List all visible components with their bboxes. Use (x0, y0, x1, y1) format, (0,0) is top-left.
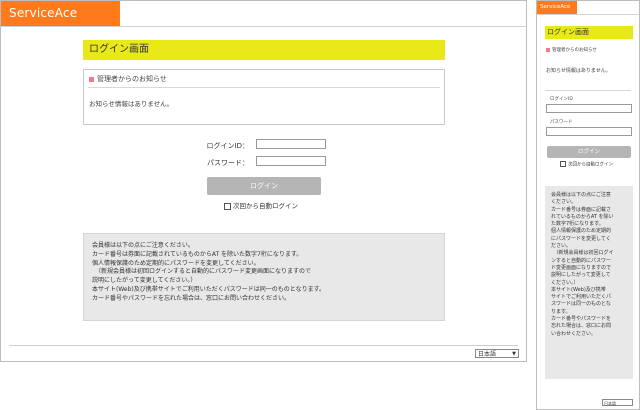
password-input-mobile[interactable] (546, 127, 632, 136)
info-line: カード番号やパスワードを忘れた場合は、窓口にお問い合わせください。 (92, 294, 291, 302)
login-button[interactable]: ログイン (207, 177, 321, 195)
info-line: ください。 (551, 199, 577, 206)
notice-heading-text-mobile: 管理者からのお知らせ (552, 48, 597, 53)
notice-heading-text: 管理者からのお知らせ (97, 75, 167, 83)
info-line: ンすると自動的にパスワー (551, 257, 612, 264)
notice-panel: 管理者からのお知らせ お知らせ情報はありません。 (83, 69, 445, 125)
info-line: 個人情報保護のため定期的 (551, 228, 612, 235)
info-line: カード番号は券面に記載されているものからAT を除いた数字7桁になります。 (92, 250, 303, 258)
header-bar: ServiceAce (1, 1, 526, 27)
notice-body-mobile: お知らせ情報はありません。 (546, 68, 611, 74)
auto-login-option[interactable]: 次回から自動ログイン (224, 200, 298, 210)
info-line: ください。） (551, 279, 579, 286)
info-line: ります。 (551, 308, 571, 315)
info-line: い合わせください。 (551, 330, 597, 337)
notice-heading: 管理者からのお知らせ (89, 74, 167, 84)
info-line: （新規会員様は初回ログインすると自動的にパスワード変更画面になりますので (92, 268, 312, 276)
info-line: 説明にしたがって変更して (551, 272, 611, 279)
brand-logo[interactable]: ServiceAce (1, 1, 120, 26)
login-id-input[interactable] (256, 139, 326, 149)
header-divider-mobile (537, 14, 639, 15)
auto-login-label-mobile: 次回から自動ログイン (568, 162, 613, 168)
language-select[interactable]: 日本語 ▼ (475, 349, 519, 358)
login-button-mobile[interactable]: ログイン (547, 146, 631, 158)
notice-square-icon (89, 76, 94, 82)
language-selected: 日本語 (478, 351, 497, 358)
password-input[interactable] (256, 156, 326, 166)
info-line: （新規会員様は初回ログイ (551, 250, 614, 257)
login-id-label-mobile: ログインID (550, 97, 573, 102)
info-line: 本サイト(Web)及び携帯サイトでご利用いただくパスワードは同一のものとなります… (92, 285, 325, 293)
password-label: パスワード： (207, 159, 249, 167)
notice-divider-mobile (545, 90, 631, 91)
password-label-mobile: パスワード (550, 120, 573, 125)
desktop-view: ServiceAce ログイン画面 管理者からのお知らせ お知らせ情報はありませ… (0, 0, 527, 362)
info-line: 忘れた場合は、窓口にお問 (551, 323, 612, 330)
auto-login-checkbox-mobile[interactable] (560, 161, 566, 167)
mobile-view: ServiceAce ログイン画面 管理者からのお知らせ お知らせ情報はありませ… (536, 0, 640, 410)
info-line: 会員様は以下の点にご注意ください。 (92, 242, 194, 249)
language-select-mobile[interactable]: 日本語 (602, 399, 633, 406)
notice-heading-mobile: 管理者からのお知らせ (546, 47, 597, 53)
footer-divider (9, 345, 518, 346)
brand-logo-mobile[interactable]: ServiceAce (537, 1, 577, 14)
info-line: カード番号は券面に記載さ (551, 206, 612, 213)
info-line: にパスワードを変更してく (551, 235, 611, 242)
page-title: ログイン画面 (83, 40, 445, 60)
page-title-mobile: ログイン画面 (545, 26, 633, 39)
notice-divider (88, 87, 440, 88)
info-panel: 会員様は以下の点にご注意ください。 カード番号は券面に記載されているものからAT… (83, 233, 445, 321)
login-id-input-mobile[interactable] (546, 104, 632, 113)
auto-login-option-mobile[interactable]: 次回から自動ログイン (560, 161, 613, 168)
info-line: スワードは同一のものとな (551, 301, 611, 308)
info-line: 説明にしたがって変更してください。） (92, 277, 197, 285)
language-selected-mobile: 日本語 (604, 401, 616, 406)
auto-login-checkbox[interactable] (224, 202, 231, 210)
info-panel-mobile: 会員様は以下の点にご注意 ください。 カード番号は券面に記載さ れているものから… (545, 186, 633, 379)
notice-square-icon (546, 47, 550, 52)
login-id-label: ログインID： (206, 142, 249, 150)
notice-body: お知らせ情報はありません。 (89, 100, 174, 108)
auto-login-label: 次回から自動ログイン (233, 202, 298, 210)
chevron-down-icon: ▼ (512, 351, 516, 357)
